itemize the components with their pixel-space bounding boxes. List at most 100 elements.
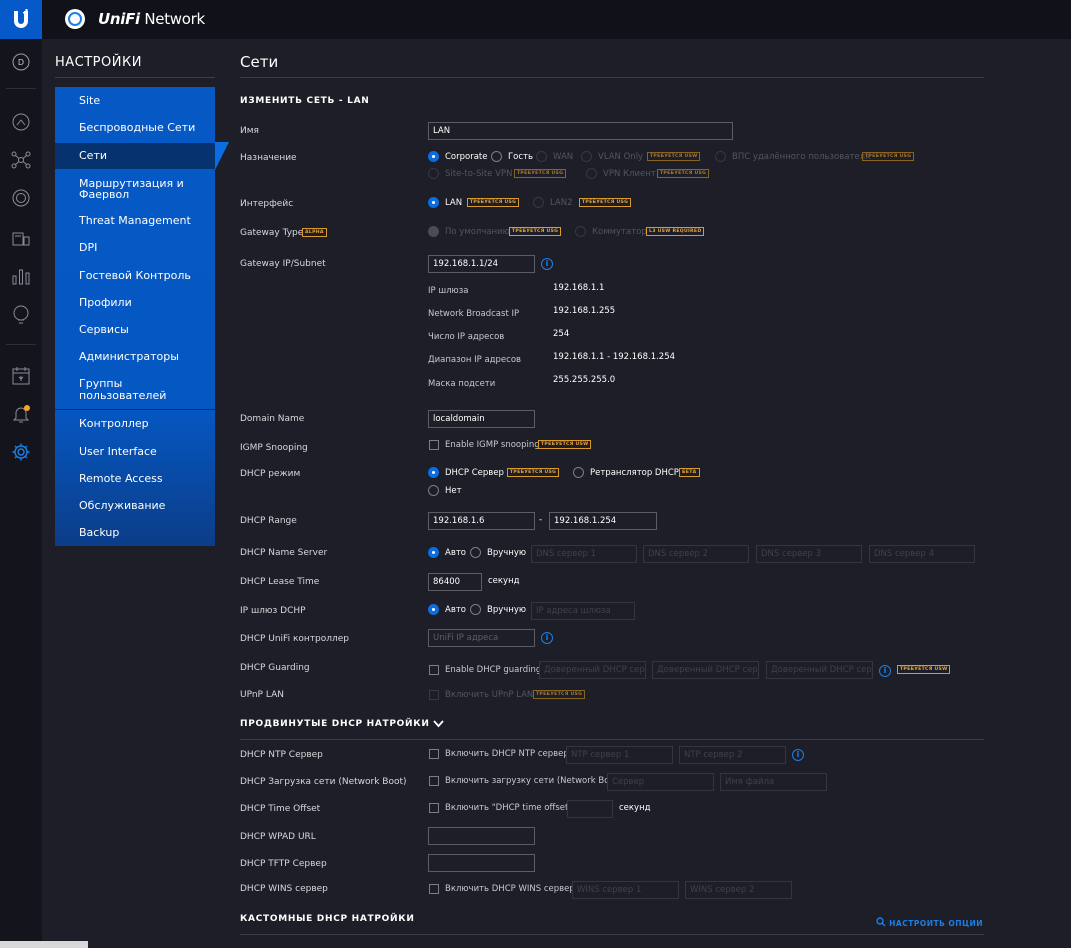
dhcp-guarding-checkbox[interactable] <box>429 665 439 675</box>
site-switcher-icon[interactable]: D <box>10 51 32 73</box>
dhcp-relay-text: Ретранслятор DHCP <box>590 468 679 478</box>
trusted-dhcp-input[interactable]: Доверенный DHCP серв <box>539 661 646 679</box>
name-input[interactable]: LAN <box>428 122 733 140</box>
boot-server-input[interactable]: Сервер <box>607 773 714 791</box>
info-icon[interactable]: i <box>879 665 891 677</box>
dns-server-input[interactable]: DNS сервер 1 <box>531 545 637 563</box>
purpose-vpn-client-text: VPN Клиент <box>603 169 656 179</box>
dhcp-none-text: Нет <box>445 486 462 496</box>
interface-lan-text: LAN <box>445 198 463 208</box>
usg-badge: ТРЕБУЕТСЯ USG <box>657 169 710 178</box>
menu-item-remote-access[interactable]: Remote Access <box>79 473 163 485</box>
dhcp-range-end-input[interactable]: 192.168.1.254 <box>549 512 657 530</box>
ntp-server-input[interactable]: NTP сервер 1 <box>566 746 673 764</box>
menu-item-dpi[interactable]: DPI <box>79 242 97 254</box>
igmp-checkbox[interactable] <box>429 440 439 450</box>
info-key: IP шлюза <box>428 286 469 296</box>
network-boot-checkbox[interactable] <box>429 776 439 786</box>
wins-server-input[interactable]: WINS сервер 1 <box>572 881 679 899</box>
icon-rail: D <box>0 39 42 948</box>
info-icon[interactable]: i <box>541 632 553 644</box>
info-icon[interactable]: i <box>541 258 553 270</box>
section-advanced-dhcp[interactable]: ПРОДВИНУТЫЕ DHCP НАТРОЙКИ <box>240 719 445 729</box>
topology-icon[interactable] <box>10 149 32 171</box>
purpose-remote-vpn-radio[interactable] <box>715 151 726 162</box>
ntp-checkbox[interactable] <box>429 749 439 759</box>
usw-badge: ТРЕБУЕТСЯ USW <box>538 440 592 449</box>
dns-server-input[interactable]: DNS сервер 3 <box>756 545 862 563</box>
ubiquiti-logo-icon[interactable] <box>0 0 42 39</box>
purpose-corporate-radio[interactable] <box>428 151 439 162</box>
purpose-guest-radio[interactable] <box>491 151 502 162</box>
gateway-switch-radio[interactable] <box>575 226 586 237</box>
menu-item-threat-management[interactable]: Threat Management <box>79 215 191 227</box>
purpose-vpn-client-radio[interactable] <box>586 168 597 179</box>
dns-server-input[interactable]: DNS сервер 2 <box>643 545 749 563</box>
time-offset-input[interactable] <box>567 800 613 818</box>
purpose-s2s-radio[interactable] <box>428 168 439 179</box>
menu-item-user-interface[interactable]: User Interface <box>79 446 157 458</box>
dhcp-range-start-input[interactable]: 192.168.1.6 <box>428 512 535 530</box>
menu-item-controller[interactable]: Контроллер <box>79 418 149 430</box>
interface-lan-radio[interactable] <box>428 197 439 208</box>
devices-icon[interactable] <box>10 187 32 209</box>
wpad-input[interactable] <box>428 827 535 845</box>
dns-manual-radio[interactable] <box>470 547 481 558</box>
menu-item-routing-line2[interactable]: Фаервол <box>79 189 129 201</box>
upnp-text: Включить UPnP LAN <box>445 690 534 700</box>
menu-item-profiles[interactable]: Профили <box>79 297 132 309</box>
insights-icon[interactable] <box>10 303 32 325</box>
events-icon[interactable] <box>10 365 32 387</box>
purpose-s2s-text: Site-to-Site VPN <box>445 169 513 179</box>
upnp-checkbox[interactable] <box>429 690 439 700</box>
alerts-icon[interactable] <box>10 403 32 425</box>
dhcp-gw-manual-text: Вручную <box>487 605 527 615</box>
purpose-vlan-radio[interactable] <box>581 151 592 162</box>
statistics-icon[interactable] <box>10 265 32 287</box>
time-offset-checkbox[interactable] <box>429 803 439 813</box>
menu-item-admins[interactable]: Администраторы <box>79 351 179 363</box>
dashboard-icon[interactable] <box>10 111 32 133</box>
igmp-text: Enable IGMP snooping <box>445 440 540 450</box>
dhcp-server-radio[interactable] <box>428 467 439 478</box>
ntp-server-input[interactable]: NTP сервер 2 <box>679 746 786 764</box>
menu-item-wireless[interactable]: Беспроводные Сети <box>79 122 195 134</box>
configure-options-link[interactable]: НАСТРОИТЬ ОПЦИИ <box>876 917 983 928</box>
network-boot-label: DHCP Загрузка сети (Network Boot) <box>240 777 407 787</box>
gateway-default-radio[interactable] <box>428 226 439 237</box>
lease-input[interactable]: 86400 <box>428 573 482 591</box>
dhcp-gw-auto-radio[interactable] <box>428 604 439 615</box>
dhcp-none-radio[interactable] <box>428 485 439 496</box>
igmp-label: IGMP Snooping <box>240 443 308 453</box>
dhcp-gw-input[interactable]: IP адреса шлюза <box>531 602 635 620</box>
usg-badge: ТРЕБУЕТСЯ USG <box>579 198 632 207</box>
boot-filename-input[interactable]: Имя файла <box>720 773 827 791</box>
dhcp-gw-manual-radio[interactable] <box>470 604 481 615</box>
settings-gear-icon[interactable] <box>10 441 32 463</box>
menu-item-site[interactable]: Site <box>79 95 100 107</box>
dhcp-relay-radio[interactable] <box>573 467 584 478</box>
unifi-controller-input[interactable]: UniFi IP адреса <box>428 629 535 647</box>
menu-item-backup[interactable]: Backup <box>79 527 119 539</box>
trusted-dhcp-input[interactable]: Доверенный DHCP серв <box>766 661 873 679</box>
wins-checkbox[interactable] <box>429 884 439 894</box>
brand[interactable]: UniFi Network <box>64 8 205 30</box>
domain-input[interactable]: localdomain <box>428 410 535 428</box>
trusted-dhcp-input[interactable]: Доверенный DHCP серв <box>652 661 759 679</box>
dns-server-input[interactable]: DNS сервер 4 <box>869 545 975 563</box>
gateway-ip-input[interactable]: 192.168.1.1/24 <box>428 255 535 273</box>
info-icon[interactable]: i <box>792 749 804 761</box>
wins-server-input[interactable]: WINS сервер 2 <box>685 881 792 899</box>
menu-item-maintenance[interactable]: Обслуживание <box>79 500 165 512</box>
menu-item-networks[interactable]: Сети <box>55 143 215 169</box>
purpose-wan-radio[interactable] <box>536 151 547 162</box>
menu-item-user-groups-line2[interactable]: пользователей <box>79 390 166 402</box>
tftp-input[interactable] <box>428 854 535 872</box>
usg-badge: ТРЕБУЕТСЯ USG <box>533 690 586 699</box>
menu-item-services[interactable]: Сервисы <box>79 324 129 336</box>
usw-badge: ТРЕБУЕТСЯ USW <box>647 152 701 161</box>
interface-lan2-radio[interactable] <box>533 197 544 208</box>
dns-auto-radio[interactable] <box>428 547 439 558</box>
menu-item-guest-control[interactable]: Гостевой Контроль <box>79 270 191 282</box>
clients-icon[interactable] <box>10 227 32 249</box>
